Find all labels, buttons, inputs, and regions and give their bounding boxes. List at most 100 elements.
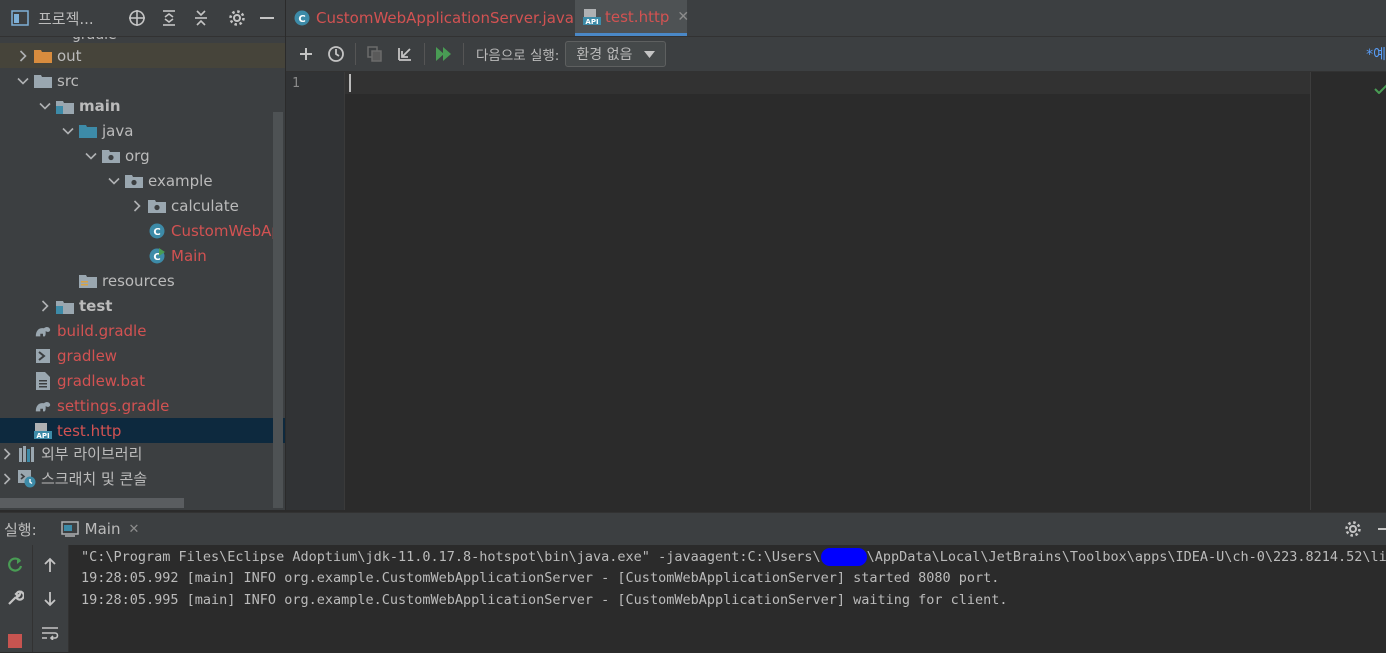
chevron-right-icon[interactable] — [0, 447, 14, 460]
tree-item[interactable]: src — [0, 68, 285, 93]
tree-item-label: settings.gradle — [57, 396, 170, 415]
svg-text:API: API — [585, 18, 598, 25]
chevron-right-icon[interactable] — [0, 472, 14, 485]
expand-all-icon[interactable] — [157, 6, 181, 30]
svg-text:C: C — [153, 227, 160, 238]
project-view-icon[interactable] — [8, 6, 32, 30]
http-api-icon: API — [34, 422, 52, 439]
toolbar-separator — [463, 43, 464, 65]
chevron-right-icon[interactable] — [38, 299, 52, 312]
chevron-down-icon[interactable] — [84, 152, 98, 160]
tree-item[interactable]: settings.gradle — [0, 393, 285, 418]
java-class-run-icon: C — [148, 247, 166, 264]
tree-item[interactable]: example — [0, 168, 285, 193]
console-output[interactable]: "C:\Program Files\Eclipse Adoptium\jdk-1… — [69, 545, 1386, 652]
tree-item[interactable]: out — [0, 43, 285, 68]
project-horizontal-scrollbar[interactable] — [0, 498, 184, 508]
tree-item[interactable]: java — [0, 118, 285, 143]
tree-item-label: test.http — [57, 421, 122, 440]
line-number-gutter: 1 — [286, 72, 345, 510]
run-with-label: 다음으로 실행: — [476, 48, 560, 64]
tab-custom-web-application-server[interactable]: C CustomWebApplicationServer.java ✕ — [286, 0, 594, 36]
http-client-toolbar: 다음으로 실행: 환경 없음 *예 — [286, 37, 1386, 72]
gear-icon[interactable] — [1344, 520, 1362, 538]
module-folder-icon — [56, 298, 74, 314]
package-icon — [102, 148, 120, 164]
examples-link[interactable]: *예 — [1366, 44, 1386, 64]
soft-wrap-icon[interactable] — [38, 621, 62, 645]
folder-icon — [34, 73, 52, 89]
copy-icon[interactable] — [360, 41, 390, 67]
tree-item[interactable]: API test.http — [0, 418, 285, 443]
locate-icon[interactable] — [125, 6, 149, 30]
text-caret — [349, 74, 351, 92]
tree-item[interactable]: 스크래치 및 콘솔 — [0, 466, 285, 491]
tree-item-label: calculate — [171, 196, 239, 215]
package-icon — [148, 198, 166, 214]
right-margin-guide — [1310, 72, 1311, 510]
package-icon — [125, 173, 143, 189]
chevron-down-icon[interactable] — [61, 127, 75, 135]
inspection-ok-icon[interactable] — [1374, 80, 1386, 94]
wrench-icon[interactable] — [3, 586, 27, 610]
console-icon — [60, 521, 79, 537]
chevron-right-icon[interactable] — [16, 49, 30, 62]
chevron-right-icon[interactable] — [130, 199, 144, 212]
minimize-icon[interactable] — [255, 6, 279, 30]
tree-item[interactable]: 외부 라이브러리 — [0, 441, 285, 466]
editor-tab-bar: C CustomWebApplicationServer.java ✕ API … — [286, 0, 1386, 37]
project-vertical-scrollbar[interactable] — [273, 112, 283, 508]
console-line: 19:28:05.992 [main] INFO org.example.Cus… — [81, 570, 1000, 586]
tree-item[interactable]: org — [0, 143, 285, 168]
arrow-up-icon[interactable] — [38, 553, 62, 577]
console-line: "C:\Program Files\Eclipse Adoptium\jdk-1… — [81, 548, 1386, 566]
import-icon[interactable] — [390, 41, 420, 67]
module-folder-icon — [56, 98, 74, 114]
svg-text:C: C — [298, 14, 305, 25]
close-icon[interactable]: ✕ — [128, 522, 139, 537]
collapse-all-icon[interactable] — [189, 6, 213, 30]
http-api-icon: API — [583, 8, 601, 25]
tree-item[interactable]: calculate — [0, 193, 285, 218]
tree-item-label: org — [125, 146, 150, 165]
run-tab-main[interactable]: Main ✕ — [60, 513, 139, 545]
project-panel-title[interactable]: 프로젝... — [38, 8, 94, 29]
chevron-down-icon[interactable] — [38, 102, 52, 110]
rerun-icon[interactable] — [3, 553, 27, 577]
orange-folder-icon — [34, 48, 52, 64]
gear-icon[interactable] — [225, 6, 249, 30]
tab-test-http[interactable]: API test.http ✕ — [575, 0, 689, 36]
chevron-down-icon[interactable] — [16, 77, 30, 85]
source-folder-icon — [79, 123, 97, 139]
tree-item[interactable]: resources — [0, 268, 285, 293]
project-panel-header: 프로젝... — [0, 0, 285, 37]
tree-item[interactable]: gradlew.bat — [0, 368, 285, 393]
tree-item-label: src — [57, 71, 79, 90]
arrow-down-icon[interactable] — [38, 587, 62, 611]
tree-item[interactable]: C CustomWebAp — [0, 218, 285, 243]
add-request-button[interactable] — [291, 41, 321, 67]
tree-item[interactable]: main — [0, 93, 285, 118]
close-icon[interactable]: ✕ — [677, 9, 689, 25]
tree-item[interactable]: gradlew — [0, 343, 285, 368]
minimize-icon[interactable] — [1378, 527, 1386, 531]
shell-script-icon — [34, 348, 52, 364]
gradle-icon — [34, 398, 52, 414]
stop-icon[interactable] — [3, 629, 27, 653]
chevron-down-icon[interactable] — [107, 177, 121, 185]
run-all-icon[interactable] — [429, 41, 459, 67]
libraries-icon — [18, 445, 36, 462]
bat-file-icon — [34, 371, 52, 390]
java-class-icon: C — [294, 10, 310, 26]
java-class-icon: C — [148, 223, 166, 239]
environment-select[interactable]: 환경 없음 — [565, 41, 667, 67]
history-clock-icon[interactable] — [321, 41, 351, 67]
tree-item-label: 스크래치 및 콘솔 — [41, 470, 148, 488]
tree-item-label: Main — [171, 246, 207, 265]
console-line: 19:28:05.995 [main] INFO org.example.Cus… — [81, 592, 1008, 608]
code-editor[interactable] — [345, 72, 1386, 510]
redacted-username — [820, 548, 867, 566]
tree-item[interactable]: test — [0, 293, 285, 318]
tree-item[interactable]: C Main — [0, 243, 285, 268]
tree-item[interactable]: build.gradle — [0, 318, 285, 343]
